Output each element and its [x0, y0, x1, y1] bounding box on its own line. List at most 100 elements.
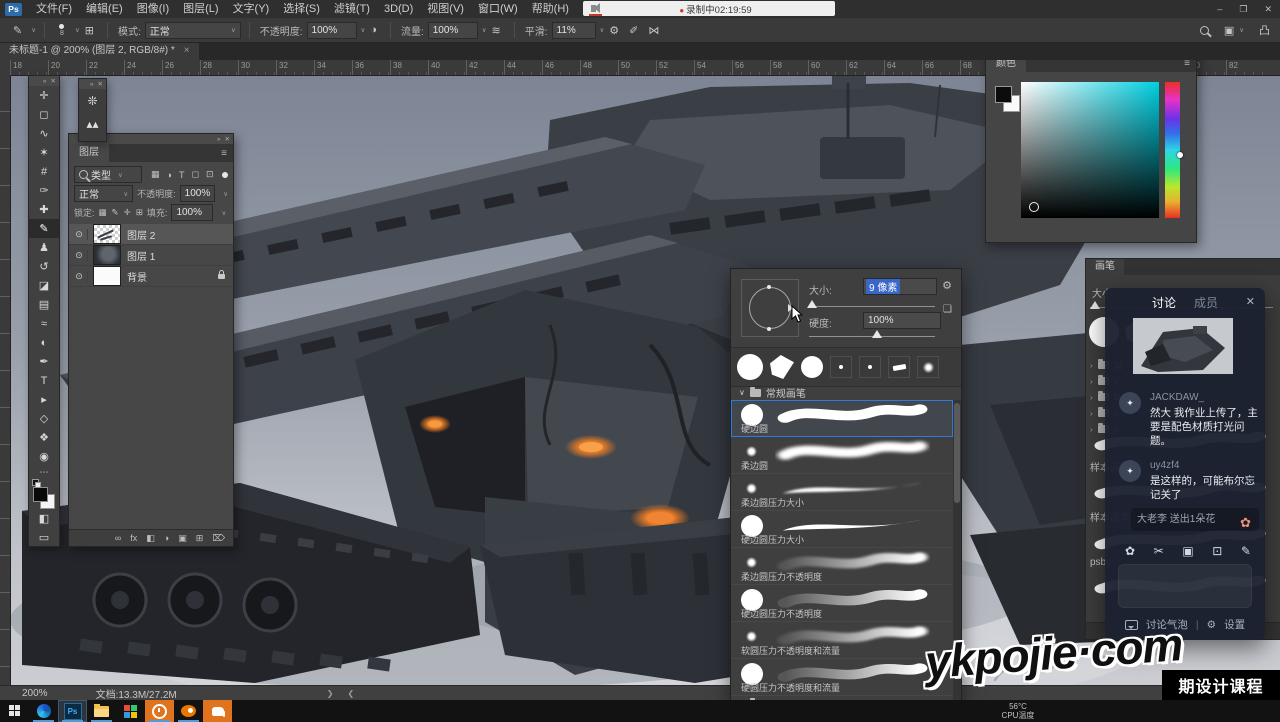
panel-menu-icon[interactable]: ≡	[221, 148, 227, 159]
lock-pixels-icon[interactable]: ▦	[99, 207, 107, 218]
chat-input[interactable]	[1118, 564, 1252, 608]
size-slider-thumb[interactable]	[807, 300, 817, 308]
size-input[interactable]: 9 像素	[863, 278, 937, 295]
minimize-button[interactable]: –	[1217, 0, 1222, 18]
recent-brush-small-dot[interactable]	[859, 356, 881, 378]
lock-artboard-icon[interactable]: ⊞	[136, 207, 143, 218]
recent-brush-hard-round[interactable]	[801, 356, 823, 378]
tab-brushes[interactable]: 画笔	[1086, 259, 1124, 275]
foreground-color-swatch[interactable]	[33, 487, 48, 502]
smoothing-input[interactable]: 11%	[552, 22, 596, 39]
menu-item[interactable]: 帮助(H)	[525, 0, 576, 18]
taskbar-blender[interactable]	[174, 700, 203, 722]
layer-row[interactable]: ⊙ 图层 2	[69, 224, 233, 245]
status-arrow-icon[interactable]: ❮	[347, 689, 354, 698]
brush-tool[interactable]: ✎	[29, 219, 59, 238]
healing-brush-tool[interactable]: ✚	[29, 200, 59, 219]
clone-stamp-tool[interactable]: ♟	[29, 238, 59, 257]
brush-tool-icon[interactable]: ✎	[13, 24, 22, 37]
menu-item[interactable]: 图像(I)	[130, 0, 176, 18]
collapse-icon[interactable]: »	[217, 136, 221, 143]
hue-slider-thumb[interactable]	[1177, 152, 1183, 158]
image-icon[interactable]: ▣	[1182, 544, 1193, 558]
snowflake-icon[interactable]: ❊	[79, 89, 106, 112]
close-icon[interactable]: ✕	[1246, 295, 1255, 308]
gradient-tool[interactable]: ▤	[29, 295, 59, 314]
brush-preset-picker[interactable]: 8	[53, 24, 71, 37]
recent-brush-angled-tip[interactable]	[770, 355, 794, 379]
taskbar-app[interactable]	[116, 700, 145, 722]
taskbar-explorer[interactable]	[87, 700, 116, 722]
taskbar-edge[interactable]	[29, 700, 58, 722]
history-brush-tool[interactable]: ↺	[29, 257, 59, 276]
layer-row[interactable]: ⊙ 图层 1	[69, 245, 233, 266]
brush-preset-row[interactable]: 硬边圆压力不透明度	[731, 585, 953, 622]
hardness-input[interactable]: 100%	[863, 312, 941, 329]
hand-tool[interactable]: ❖	[29, 428, 59, 447]
brush-preset-row[interactable]: 硬边圆压力大小	[731, 511, 953, 548]
histogram-icon[interactable]: ▴▴	[79, 112, 106, 135]
color-picker-ring[interactable]	[1029, 202, 1039, 212]
brush-preset-row[interactable]: 硬边圆	[731, 400, 953, 437]
hardness-slider-thumb[interactable]	[872, 330, 882, 338]
edit-toolbar-button[interactable]: ⋯	[29, 466, 59, 478]
brush-preset-row[interactable]: 柔边圆压力大小	[731, 474, 953, 511]
screen-mode-button[interactable]: ▭	[29, 528, 59, 547]
menu-item[interactable]: 文件(F)	[29, 0, 79, 18]
layer-thumbnail[interactable]	[93, 224, 121, 244]
visibility-eye-icon[interactable]: ⊙	[71, 229, 88, 240]
close-icon[interactable]: ✕	[225, 135, 230, 143]
flow-input[interactable]: 100%	[428, 22, 478, 39]
shared-image-thumbnail[interactable]	[1133, 318, 1233, 374]
restore-button[interactable]: ❐	[1239, 0, 1247, 18]
layer-blend-mode-select[interactable]: 正常∨	[74, 185, 133, 202]
menu-item[interactable]: 选择(S)	[276, 0, 327, 18]
adjustment-icon[interactable]: ◑	[164, 533, 169, 543]
tab-members[interactable]: 成员	[1194, 294, 1218, 311]
photoshop-logo-icon[interactable]: Ps	[5, 3, 22, 16]
close-icon[interactable]: ✕	[98, 80, 103, 88]
type-tool[interactable]: T	[29, 371, 59, 390]
layer-thumbnail[interactable]	[93, 266, 121, 286]
avatar[interactable]: ✦	[1119, 392, 1141, 414]
taskbar-recorder[interactable]	[145, 700, 174, 722]
layer-thumbnail[interactable]	[93, 245, 121, 265]
path-select-tool[interactable]: ▸	[29, 390, 59, 409]
airbrush-icon[interactable]: ≋	[492, 24, 501, 37]
close-button[interactable]: ✕	[1264, 0, 1272, 18]
smoothing-options-gear-icon[interactable]: ⚙	[609, 24, 619, 37]
recent-brush-flat[interactable]	[888, 356, 910, 378]
fx-icon[interactable]: fx	[130, 533, 137, 543]
smudge-tool[interactable]: ≈	[29, 314, 59, 333]
taskbar-photoshop[interactable]: Ps	[58, 700, 87, 722]
screenshot-icon[interactable]: ⊡	[1212, 544, 1222, 558]
collapse-icon[interactable]: »	[43, 78, 47, 85]
zoom-level[interactable]: 200%	[22, 688, 48, 699]
fill-input[interactable]: 100%	[171, 204, 213, 221]
pressure-opacity-icon[interactable]: ◑	[370, 24, 377, 36]
lock-paint-icon[interactable]: ✎	[112, 207, 119, 218]
settings-button[interactable]: 设置	[1224, 617, 1245, 632]
brush-preset-row[interactable]: 硬圆压力不透明度和流量	[731, 659, 953, 696]
recent-brush-small-dot[interactable]	[830, 356, 852, 378]
menu-item[interactable]: 视图(V)	[420, 0, 471, 18]
saturation-brightness-field[interactable]	[1021, 82, 1159, 218]
shape-filter-icon[interactable]: ◻	[191, 169, 198, 180]
status-arrow-icon[interactable]: ❯	[327, 689, 334, 698]
layer-filter-select[interactable]: 类型∨	[74, 166, 142, 183]
smart-object-filter-icon[interactable]: ⊡	[206, 169, 214, 180]
quick-mask-button[interactable]: ◧	[29, 509, 59, 528]
adjustment-filter-icon[interactable]: ◑	[167, 170, 172, 180]
link-icon[interactable]: ∞	[115, 533, 121, 543]
group-icon[interactable]: ▣	[178, 533, 187, 544]
crop-tool[interactable]: #	[29, 162, 59, 181]
brush-preset-row[interactable]: 柔边圆	[731, 437, 953, 474]
document-tab[interactable]: 未标题-1 @ 200% (图层 2, RGB/8#) * ×	[0, 42, 199, 60]
mask-icon[interactable]: ◧	[146, 533, 155, 544]
brush-preset-row[interactable]: 软圆压力不透明度和流量	[731, 622, 953, 659]
scissors-icon[interactable]: ✂	[1154, 544, 1164, 558]
foreground-color-swatch[interactable]	[995, 86, 1012, 103]
blend-mode-select[interactable]: 正常∨	[145, 22, 241, 39]
hue-slider[interactable]	[1165, 82, 1180, 218]
layer-row[interactable]: ⊙ 背景	[69, 266, 233, 287]
